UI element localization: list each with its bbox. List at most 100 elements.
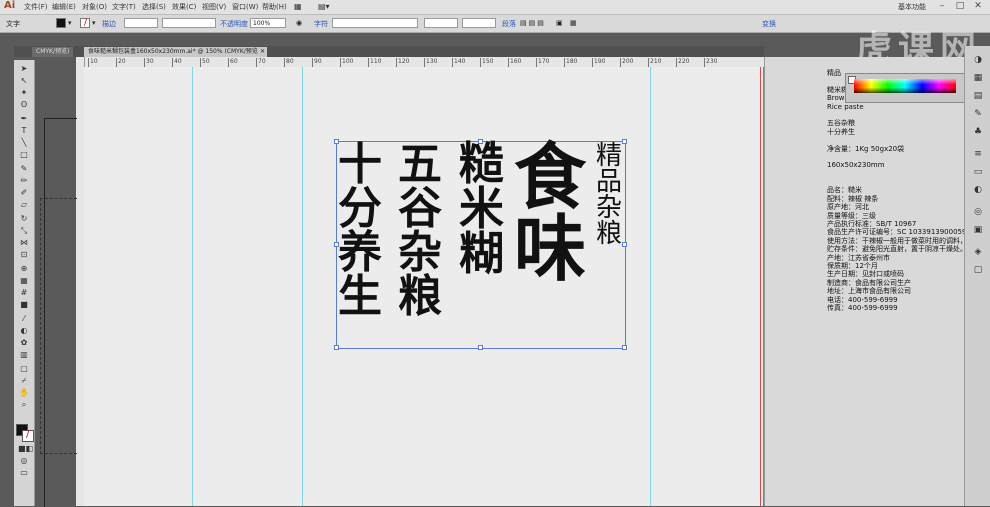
drawing-mode-icon[interactable]: ◎ bbox=[18, 456, 30, 465]
menu-window[interactable]: 窗口(W) bbox=[232, 2, 258, 12]
blob-brush-tool-icon[interactable]: ✐ bbox=[18, 188, 30, 197]
character-label[interactable]: 字符 bbox=[314, 19, 328, 29]
transparency-icon[interactable]: ◐ bbox=[971, 184, 985, 196]
menu-object[interactable]: 对象(O) bbox=[82, 2, 107, 12]
perspective-grid-tool-icon[interactable]: ▦ bbox=[18, 276, 30, 285]
blend-tool-icon[interactable]: ◐ bbox=[18, 326, 30, 335]
font-size-field[interactable] bbox=[462, 18, 496, 28]
column-graph-tool-icon[interactable]: ▥ bbox=[18, 350, 30, 359]
symbol-sprayer-tool-icon[interactable]: ✿ bbox=[18, 338, 30, 347]
pen-tool-icon[interactable]: ✒ bbox=[18, 114, 30, 123]
recolor-icon[interactable]: ◉ bbox=[296, 19, 302, 27]
guide-line[interactable] bbox=[650, 67, 651, 506]
text-caomihu[interactable]: 糙米糊 bbox=[459, 141, 509, 276]
artboards-icon[interactable]: ▢ bbox=[971, 264, 985, 276]
transform-label[interactable]: 变换 bbox=[762, 19, 776, 29]
stroke-swatch[interactable]: / bbox=[80, 18, 90, 28]
fill-swatch[interactable] bbox=[56, 18, 66, 28]
gradient-tool-icon[interactable]: ■ bbox=[18, 300, 30, 309]
menu-select[interactable]: 选择(S) bbox=[142, 2, 166, 12]
bridge-icon[interactable]: ▦ bbox=[294, 2, 302, 11]
menu-help[interactable]: 帮助(H) bbox=[262, 2, 287, 12]
menu-view[interactable]: 视图(V) bbox=[202, 2, 226, 12]
layers-icon[interactable]: ◈ bbox=[971, 246, 985, 258]
slice-tool-icon[interactable]: ⌿ bbox=[18, 376, 30, 385]
stroke-dropdown-icon[interactable]: ▾ bbox=[92, 19, 96, 27]
color-panel-icon[interactable]: ◑ bbox=[971, 54, 985, 66]
control-bar: 文字 ▾ / ▾ 描边 不透明度 100% ◉ 字符 段落 ▤▤▤ ▣ ▦ 变换 bbox=[0, 15, 990, 33]
mesh-tool-icon[interactable]: # bbox=[18, 288, 30, 297]
rotate-tool-icon[interactable]: ↻ bbox=[18, 214, 30, 223]
pencil-tool-icon[interactable]: ✏ bbox=[18, 176, 30, 185]
gradient-panel-icon[interactable]: ▭ bbox=[971, 166, 985, 178]
fill-dropdown-icon[interactable]: ▾ bbox=[68, 19, 72, 27]
symbols-icon[interactable]: ♣ bbox=[971, 126, 985, 138]
menu-edit[interactable]: 编辑(E) bbox=[52, 2, 76, 12]
rectangle-tool-icon[interactable]: □ bbox=[18, 150, 30, 159]
menu-bar: Ai 文件(F) 编辑(E) 对象(O) 文字(T) 选择(S) 效果(C) 视… bbox=[0, 0, 990, 15]
ruler-tick-label: 10 bbox=[88, 58, 98, 67]
stroke-weight-field[interactable] bbox=[124, 18, 158, 28]
panel-text-line: 产地：江苏省泰州市 bbox=[827, 253, 890, 262]
paintbrush-tool-icon[interactable]: ✎ bbox=[18, 164, 30, 173]
color-guide-icon[interactable]: ▦ bbox=[971, 72, 985, 84]
menu-type[interactable]: 文字(T) bbox=[112, 2, 136, 12]
scale-tool-icon[interactable]: ⤡ bbox=[18, 226, 30, 235]
zoom-tool-icon[interactable]: ⌕ bbox=[18, 400, 30, 409]
align-buttons-icon[interactable]: ▤▤▤ bbox=[520, 19, 546, 27]
minimize-icon[interactable]: – bbox=[934, 1, 950, 12]
artboard[interactable]: 十分养生 五谷杂粮 糙米糊 食味 精品杂粮 bbox=[84, 67, 764, 506]
text-orientation-icon[interactable]: ▣ bbox=[556, 19, 563, 27]
stroke-panel-icon[interactable]: ≡ bbox=[971, 148, 985, 160]
vertical-text: 五谷杂粮 bbox=[398, 139, 442, 322]
maximize-icon[interactable]: □ bbox=[952, 1, 968, 12]
eraser-tool-icon[interactable]: ▱ bbox=[18, 200, 30, 209]
guide-line[interactable] bbox=[302, 67, 303, 506]
workspace-switcher[interactable]: 基本功能 bbox=[898, 2, 926, 12]
line-tool-icon[interactable]: ╲ bbox=[18, 138, 30, 147]
stroke-color-icon[interactable]: / bbox=[22, 429, 34, 442]
menu-file[interactable]: 文件(F) bbox=[24, 2, 48, 12]
width-tool-icon[interactable]: ⋈ bbox=[18, 238, 30, 247]
guide-line[interactable] bbox=[192, 67, 193, 506]
artboard-tool-icon[interactable]: ▢ bbox=[18, 364, 30, 373]
text-jingpin-zaliang[interactable]: 精品杂粮 bbox=[596, 143, 624, 247]
resize-handle[interactable] bbox=[334, 345, 339, 350]
opacity-label[interactable]: 不透明度 bbox=[220, 19, 248, 29]
paragraph-label[interactable]: 段落 bbox=[502, 19, 516, 29]
brushes-icon[interactable]: ✎ bbox=[971, 108, 985, 120]
tab-other-document[interactable]: CMYK/预览) bbox=[32, 47, 74, 57]
stroke-label[interactable]: 描边 bbox=[102, 19, 116, 29]
tab-active-document[interactable]: 食味糙米糊包装盒160x50x230mm.ai* @ 150% (CMYK/预览… bbox=[84, 47, 265, 57]
resize-handle[interactable] bbox=[478, 345, 483, 350]
type-tool-icon[interactable]: T bbox=[18, 126, 30, 135]
brush-field[interactable] bbox=[162, 18, 216, 28]
magic-wand-tool-icon[interactable]: ✦ bbox=[18, 88, 30, 97]
shape-builder-tool-icon[interactable]: ⊕ bbox=[18, 264, 30, 273]
opacity-field[interactable]: 100% bbox=[250, 18, 286, 28]
selection-tool-icon[interactable]: ➤ bbox=[18, 64, 30, 73]
font-family-field[interactable] bbox=[332, 18, 418, 28]
text-shifen-yangsheng[interactable]: 十分养生 bbox=[338, 143, 386, 319]
ruler-tick-label: 210 bbox=[648, 58, 662, 67]
tab-close-icon[interactable]: ✕ bbox=[258, 47, 268, 57]
ruler-tick-label: 100 bbox=[340, 58, 354, 67]
resize-handle[interactable] bbox=[622, 345, 627, 350]
text-shiwei[interactable]: 食味 bbox=[514, 141, 590, 285]
appearance-icon[interactable]: ◎ bbox=[971, 206, 985, 218]
font-style-field[interactable] bbox=[424, 18, 458, 28]
screen-mode-icon[interactable]: ▭ bbox=[18, 468, 30, 477]
align-to-icon[interactable]: ▦ bbox=[570, 19, 577, 27]
lasso-tool-icon[interactable]: ʘ bbox=[18, 100, 30, 109]
free-transform-tool-icon[interactable]: ⊡ bbox=[18, 250, 30, 259]
hand-tool-icon[interactable]: ✋ bbox=[18, 388, 30, 397]
swatches-icon[interactable]: ▤ bbox=[971, 90, 985, 102]
arrange-icon[interactable]: ▤▾ bbox=[318, 2, 330, 11]
graphic-styles-icon[interactable]: ▣ bbox=[971, 224, 985, 236]
direct-selection-tool-icon[interactable]: ↖ bbox=[18, 76, 30, 85]
close-icon[interactable]: ✕ bbox=[970, 1, 986, 12]
eyedropper-tool-icon[interactable]: ⁄ bbox=[18, 314, 30, 323]
color-mode-icon[interactable]: ■◧ bbox=[18, 444, 33, 453]
menu-effect[interactable]: 效果(C) bbox=[172, 2, 196, 12]
text-wugu-zaliang[interactable]: 五谷杂粮 bbox=[398, 143, 446, 319]
